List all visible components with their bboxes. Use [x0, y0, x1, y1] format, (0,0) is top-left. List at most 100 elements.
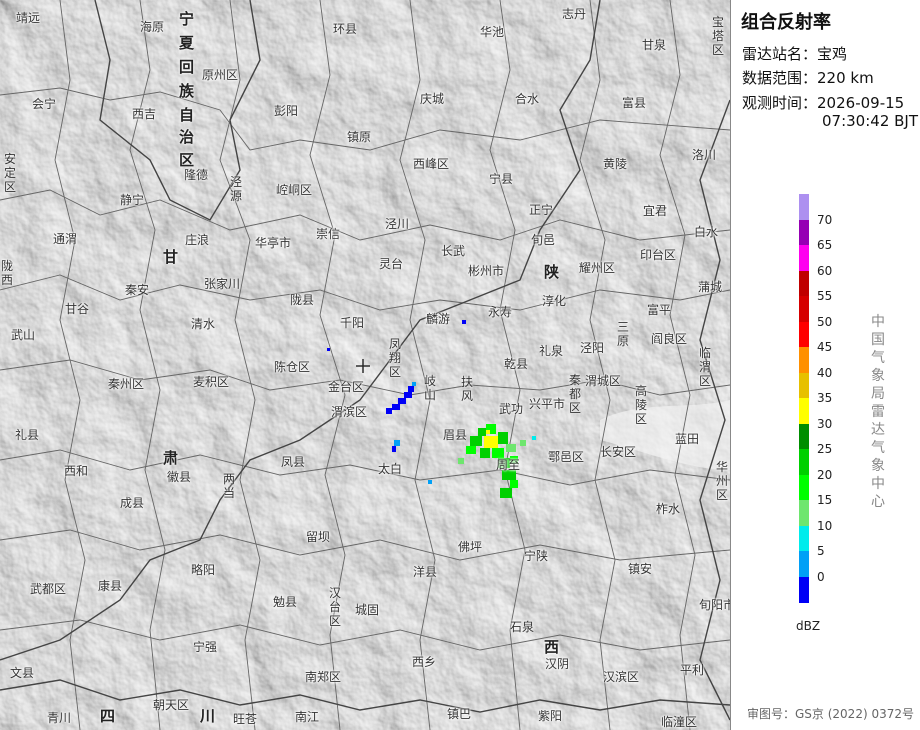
place-label: 泾源 — [229, 175, 242, 203]
legend-swatch — [799, 576, 809, 603]
place-label: 正宁 — [529, 203, 554, 217]
place-label: 海原 — [140, 20, 165, 34]
place-label: 礼泉 — [539, 344, 564, 358]
organization-label: 中国气象局雷达气象中心 — [871, 314, 885, 510]
place-label: 眉县 — [443, 428, 468, 442]
place-label: 勉县 — [273, 595, 298, 609]
place-label: 渭城区 — [585, 374, 622, 388]
place-label: 陇西 — [0, 259, 13, 287]
province-label: 区 — [179, 151, 195, 169]
legend-tick-label: 55 — [817, 289, 833, 303]
place-label: 印台区 — [640, 248, 677, 262]
place-label: 清水 — [191, 317, 216, 331]
place-label: 安定区 — [3, 152, 16, 194]
place-label: 泾阳 — [580, 341, 605, 355]
place-label: 西和 — [64, 464, 89, 478]
province-label: 西 — [544, 638, 560, 656]
province-label: 自 — [179, 106, 195, 124]
radar-viewer: 宁 夏 回 族 自 治 区 甘 肃 陕 西 四 川 靖远 海原 环县 华池 志丹… — [0, 0, 920, 730]
legend-tick-label: 10 — [817, 518, 833, 533]
place-label: 文县 — [10, 666, 35, 680]
legend-tick-label: 0 — [817, 569, 825, 584]
station-row: 雷达站名：宝鸡 — [742, 43, 847, 64]
legend-swatch — [799, 449, 809, 475]
radar-site-marker — [356, 359, 370, 373]
place-label: 洋县 — [413, 565, 438, 579]
place-label: 泾川 — [385, 217, 410, 231]
place-label: 蓝田 — [675, 432, 700, 446]
place-label: 武功 — [499, 402, 524, 416]
place-label: 洛川 — [692, 148, 717, 162]
radar-map[interactable]: 宁 夏 回 族 自 治 区 甘 肃 陕 西 四 川 靖远 海原 环县 华池 志丹… — [0, 0, 730, 730]
place-label: 城固 — [355, 603, 380, 617]
province-label: 夏 — [179, 34, 195, 52]
place-label: 扶风 — [460, 375, 473, 403]
place-label: 麟游 — [426, 312, 451, 326]
legend-tick-label: 20 — [817, 467, 833, 482]
place-label: 富县 — [622, 96, 647, 110]
legend-tick-label: 50 — [817, 314, 833, 329]
place-label: 青川 — [47, 711, 72, 725]
place-label: 永寿 — [488, 305, 513, 319]
place-label: 淳化 — [542, 294, 567, 308]
legend-tick-label: 5 — [817, 544, 825, 558]
province-label: 肃 — [163, 449, 179, 467]
legend-swatch — [799, 270, 809, 297]
product-title: 组合反射率 — [741, 12, 831, 33]
place-label: 留坝 — [306, 530, 331, 544]
info-panel: 组合反射率 雷达站名：宝鸡 数据范围：220 km 观测时间：2026-09-1… — [730, 0, 920, 730]
place-label: 庆城 — [420, 92, 445, 106]
place-label: 太白 — [378, 462, 403, 476]
legend-tick-label: 15 — [817, 493, 833, 507]
place-label: 成县 — [120, 496, 145, 510]
place-label: 彬州市 — [468, 264, 505, 278]
legend-swatch — [799, 398, 809, 424]
place-label: 志丹 — [562, 7, 587, 21]
place-label: 千阳 — [340, 316, 365, 330]
place-label: 临渭区 — [698, 346, 711, 388]
legend-tick-label: 60 — [817, 263, 833, 278]
place-label: 白水 — [694, 225, 719, 239]
place-label: 平利 — [680, 663, 705, 677]
place-label: 周至 — [496, 458, 521, 472]
province-label: 治 — [179, 128, 195, 146]
place-label: 三原 — [616, 320, 629, 348]
place-label: 旺苍 — [233, 712, 258, 726]
place-label: 康县 — [98, 579, 123, 593]
place-label: 蒲城 — [698, 280, 723, 294]
place-label: 凤县 — [281, 455, 306, 469]
place-label: 隆德 — [184, 168, 209, 182]
place-label: 合水 — [515, 92, 540, 106]
legend-tick-label: 35 — [817, 391, 833, 405]
place-label: 通渭 — [53, 232, 78, 246]
legend-tick-label: 65 — [817, 238, 833, 252]
place-label: 原州区 — [202, 68, 239, 82]
place-label: 会宁 — [32, 97, 57, 111]
province-label: 宁 — [179, 10, 195, 28]
place-label: 汉台区 — [328, 586, 341, 628]
province-label: 川 — [200, 707, 216, 725]
place-label: 华池 — [480, 25, 505, 39]
legend-swatch — [799, 219, 809, 246]
place-label: 崆峒区 — [276, 183, 313, 197]
range-row: 数据范围：220 km — [742, 67, 874, 88]
place-label: 甘泉 — [642, 38, 667, 52]
place-label: 高陵区 — [634, 384, 647, 426]
place-label: 靖远 — [16, 11, 41, 25]
place-label: 长安区 — [600, 445, 637, 459]
place-label: 秦都区 — [568, 373, 581, 415]
place-label: 庄浪 — [185, 233, 210, 247]
place-label: 环县 — [333, 22, 358, 36]
legend-tick-label: 70 — [817, 212, 833, 227]
place-label: 渭滨区 — [331, 405, 368, 419]
place-label: 紫阳 — [538, 709, 563, 723]
place-label: 镇原 — [347, 130, 372, 144]
place-label: 甘谷 — [65, 302, 90, 316]
place-label: 岐山 — [423, 374, 436, 402]
place-label: 彭阳 — [274, 104, 299, 118]
place-label: 柞水 — [656, 502, 681, 516]
place-label: 金台区 — [328, 380, 365, 394]
place-label: 西吉 — [132, 107, 157, 121]
range-label: 数据范围： — [742, 69, 818, 87]
place-label: 汉阴 — [545, 657, 570, 671]
